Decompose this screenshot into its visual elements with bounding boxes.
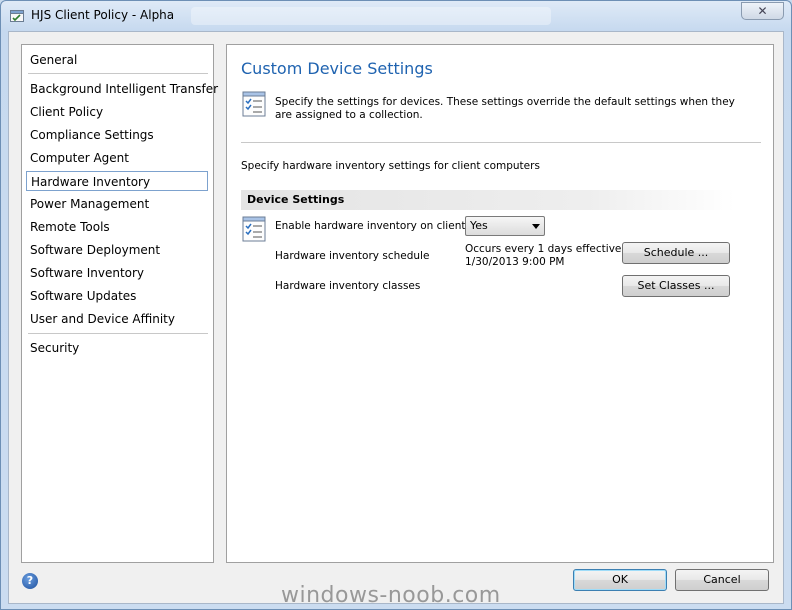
nav-item-label: Software Deployment: [30, 243, 161, 257]
nav-item-label: Remote Tools: [30, 220, 110, 234]
title-glow: [191, 7, 551, 25]
nav-item-label: Hardware Inventory: [31, 175, 151, 189]
dialog-window: HJS Client Policy - Alpha ✕ General Back…: [0, 0, 792, 610]
schedule-value-line2: 1/30/2013 9:00 PM: [465, 256, 565, 268]
section-title: Device Settings: [247, 193, 345, 206]
nav-item-power-management[interactable]: Power Management: [26, 194, 208, 214]
nav-item-label: Compliance Settings: [30, 128, 154, 142]
nav-item-label: User and Device Affinity: [30, 312, 175, 326]
device-settings-header: Device Settings: [241, 190, 735, 210]
nav-item-software-inventory[interactable]: Software Inventory: [26, 263, 208, 283]
nav-item-compliance-settings[interactable]: Compliance Settings: [26, 125, 208, 145]
select-value: Yes: [470, 219, 488, 232]
nav-item-remote-tools[interactable]: Remote Tools: [26, 217, 208, 237]
ok-button[interactable]: OK: [573, 569, 667, 591]
nav-item-software-deployment[interactable]: Software Deployment: [26, 240, 208, 260]
settings-nav-list: General Background Intelligent Transfer …: [21, 44, 218, 563]
nav-item-label: Computer Agent: [30, 151, 129, 165]
page-title: Custom Device Settings: [241, 59, 433, 78]
nav-item-hardware-inventory[interactable]: Hardware Inventory: [26, 171, 208, 191]
nav-item-label: Software Updates: [30, 289, 137, 303]
enable-inventory-select[interactable]: Yes: [465, 216, 545, 236]
close-button[interactable]: ✕: [741, 2, 784, 20]
nav-item-label: Security: [30, 341, 80, 355]
nav-item-label: Software Inventory: [30, 266, 145, 280]
enable-inventory-label: Enable hardware inventory on clients: [275, 220, 471, 232]
schedule-value-line1: Occurs every 1 days effective: [465, 243, 622, 255]
section-description: Specify hardware inventory settings for …: [241, 160, 540, 172]
nav-item-security[interactable]: Security: [26, 338, 208, 358]
nav-item-label: Client Policy: [30, 105, 104, 119]
schedule-button[interactable]: Schedule ...: [622, 242, 730, 264]
help-icon[interactable]: ?: [22, 573, 38, 589]
title-bar[interactable]: HJS Client Policy - Alpha ✕: [1, 1, 791, 31]
classes-label: Hardware inventory classes: [275, 280, 421, 292]
watermark: windows-noob.com: [281, 583, 501, 608]
cancel-button[interactable]: Cancel: [675, 569, 769, 591]
nav-divider: [28, 73, 208, 74]
settings-doc-icon: [242, 216, 266, 242]
nav-divider: [28, 333, 208, 334]
divider: [241, 142, 761, 143]
chevron-down-icon: [532, 224, 540, 229]
nav-item-computer-agent[interactable]: Computer Agent: [26, 148, 208, 168]
dialog-body: General Background Intelligent Transfer …: [8, 31, 784, 604]
nav-item-general[interactable]: General: [26, 50, 208, 70]
close-icon: ✕: [757, 4, 768, 18]
nav-item-label: Power Management: [30, 197, 150, 211]
nav-item-background-intelligent-transfer[interactable]: Background Intelligent Transfer: [26, 79, 218, 99]
nav-item-user-and-device-affinity[interactable]: User and Device Affinity: [26, 309, 208, 329]
nav-item-label: Background Intelligent Transfer: [30, 82, 219, 96]
nav-item-software-updates[interactable]: Software Updates: [26, 286, 208, 306]
settings-doc-icon: [242, 91, 266, 117]
nav-item-client-policy[interactable]: Client Policy: [26, 102, 208, 122]
policy-window-icon: [10, 10, 24, 22]
schedule-label: Hardware inventory schedule: [275, 250, 430, 262]
window-title: HJS Client Policy - Alpha: [31, 8, 175, 22]
page-description: Specify the settings for devices. These …: [275, 96, 735, 121]
set-classes-button[interactable]: Set Classes ...: [622, 275, 730, 297]
nav-item-label: General: [30, 53, 78, 67]
settings-panel: Custom Device Settings Specify the setti…: [226, 44, 774, 563]
